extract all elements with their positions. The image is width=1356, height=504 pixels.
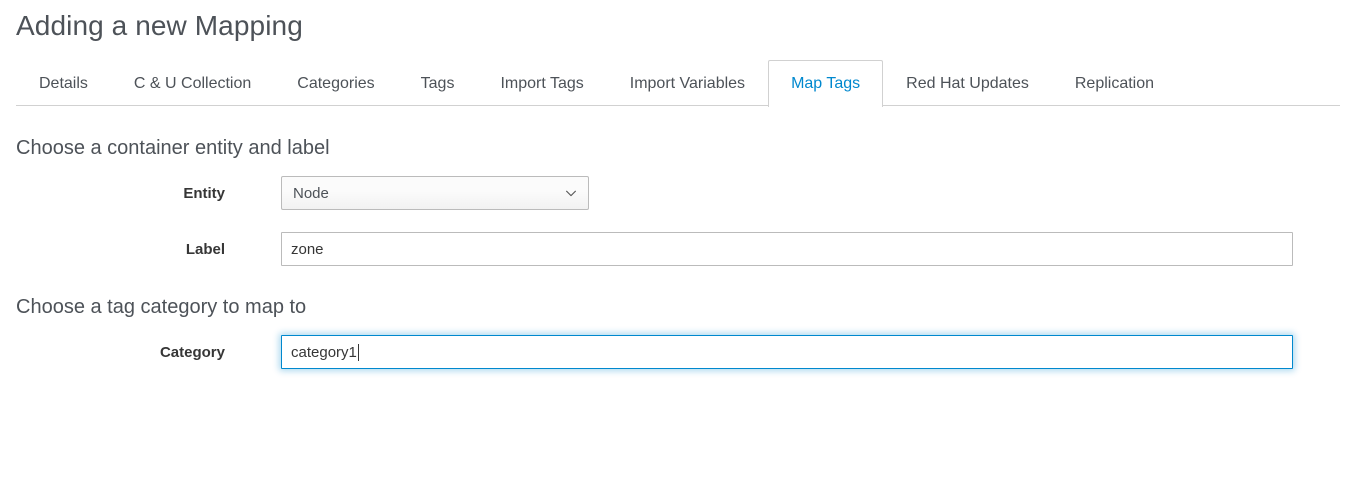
- tab-cu-collection[interactable]: C & U Collection: [111, 60, 274, 106]
- tab-replication[interactable]: Replication: [1052, 60, 1177, 106]
- form-row-category: Category category1: [0, 335, 1293, 369]
- tab-label: Import Variables: [629, 74, 746, 92]
- tab-bar: Details C & U Collection Categories Tags…: [16, 60, 1340, 107]
- text-cursor: [357, 343, 359, 361]
- tab-categories[interactable]: Categories: [274, 60, 397, 106]
- tab-label: C & U Collection: [133, 74, 252, 92]
- tab-label: Red Hat Updates: [906, 74, 1029, 92]
- tab-list: Details C & U Collection Categories Tags…: [16, 60, 1177, 107]
- tab-details[interactable]: Details: [16, 60, 111, 106]
- tab-label: Map Tags: [791, 75, 861, 92]
- entity-field-label: Entity: [183, 184, 225, 202]
- label-input-wrapper: zone: [281, 232, 1293, 266]
- category-input-value: category1: [291, 343, 357, 361]
- tab-tags[interactable]: Tags: [398, 60, 478, 106]
- label-input[interactable]: zone: [281, 232, 1293, 266]
- chevron-down-icon: [564, 186, 578, 200]
- tab-label: Categories: [297, 74, 375, 92]
- category-input[interactable]: category1: [281, 335, 1293, 369]
- section-heading-category: Choose a tag category to map to: [16, 296, 307, 318]
- tab-label: Tags: [420, 74, 455, 92]
- category-field-label: Category: [159, 343, 225, 361]
- form-row-entity: Entity Node: [0, 176, 589, 210]
- tab-import-tags[interactable]: Import Tags: [477, 60, 606, 106]
- label-field-label: Label: [185, 240, 225, 258]
- tab-label: Import Tags: [500, 74, 584, 92]
- section-heading-entity: Choose a container entity and label: [16, 137, 330, 159]
- label-input-value: zone: [291, 240, 324, 258]
- tab-map-tags[interactable]: Map Tags: [768, 60, 884, 107]
- tab-label: Replication: [1074, 74, 1155, 92]
- entity-select-value: Node: [293, 184, 329, 202]
- entity-select-wrapper: Node: [281, 176, 589, 210]
- tab-label: Details: [39, 74, 88, 92]
- entity-select[interactable]: Node: [281, 176, 589, 210]
- form-row-label: Label zone: [0, 232, 1293, 266]
- tab-red-hat-updates[interactable]: Red Hat Updates: [883, 60, 1052, 106]
- tab-import-variables[interactable]: Import Variables: [607, 60, 768, 106]
- category-input-wrapper: category1: [281, 335, 1293, 369]
- page-title: Adding a new Mapping: [16, 10, 303, 41]
